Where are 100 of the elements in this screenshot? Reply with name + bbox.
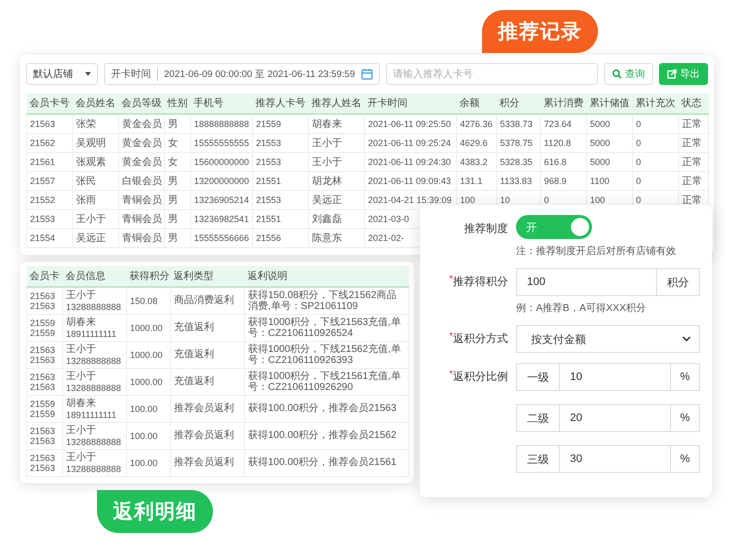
table-cell: 张雨 <box>72 190 118 210</box>
table-cell: 张荣 <box>72 114 118 134</box>
table-cell: 21554 <box>26 228 72 248</box>
table-cell: 18888888888 <box>190 114 252 134</box>
table-cell: 胡春来 18911111111 <box>62 396 126 422</box>
table-cell: 0 <box>632 172 678 190</box>
table-cell: 陈意东 <box>308 228 364 248</box>
table-cell: 21563 <box>26 114 72 134</box>
table-cell: 21561 <box>26 152 72 172</box>
table-cell: 21552 <box>26 190 72 210</box>
input-field[interactable]: 100 <box>516 268 657 296</box>
column-header: 累计储值 <box>586 93 632 114</box>
table-cell: 1000.00 <box>126 342 170 368</box>
table-cell: 5000 <box>586 114 632 134</box>
column-header: 会员卡号 <box>26 93 72 114</box>
ratio-field[interactable]: 20 <box>559 404 671 432</box>
table-cell: 女 <box>164 152 190 172</box>
table-cell: 100.00 <box>126 422 170 450</box>
column-header: 状态 <box>678 93 708 114</box>
table-cell: 男 <box>164 210 190 228</box>
table-cell: 21563 21563 <box>26 368 62 396</box>
level-label: 三级 <box>516 445 560 473</box>
table-cell: 推荐会员返利 <box>170 396 244 422</box>
table-cell: 1000.00 <box>126 314 170 342</box>
table-cell: 正常 <box>678 114 708 134</box>
column-header: 性别 <box>164 93 190 114</box>
column-header: 累计充次 <box>632 93 678 114</box>
column-header: 推荐人姓名 <box>308 93 364 114</box>
table-cell: 5338.73 <box>496 114 540 134</box>
table-cell: 1133.83 <box>496 172 540 190</box>
table-cell: 13236905214 <box>190 190 252 210</box>
table-cell: 获得1000积分，下线21561充值,单号：CZ2106110926290 <box>244 368 408 396</box>
table-cell: 616.8 <box>540 152 586 172</box>
table-cell: 21563 21563 <box>26 342 62 368</box>
table-cell: 21559 21559 <box>26 396 62 422</box>
store-select[interactable]: 默认店铺 <box>26 63 98 85</box>
table-cell: 150.08 <box>126 287 170 314</box>
export-icon <box>667 69 677 79</box>
table-cell: 胡龙林 <box>308 172 364 190</box>
table-cell: 100.00 <box>126 450 170 476</box>
required-mark: * <box>449 274 453 285</box>
date-range-field[interactable]: 开卡时间 2021-06-09 00:00:00 至 2021-06-11 23:59:59 <box>104 63 380 85</box>
table-cell: 4383.2 <box>456 152 496 172</box>
table-cell: 15555555555 <box>190 134 252 152</box>
table-cell: 0 <box>632 152 678 172</box>
table-cell: 男 <box>164 190 190 210</box>
column-header: 会员等级 <box>118 93 164 114</box>
table-cell: 100.00 <box>126 396 170 422</box>
table-cell: 5328.35 <box>496 152 540 172</box>
required-mark: * <box>449 369 453 380</box>
table-cell: 正常 <box>678 172 708 190</box>
column-header: 会员卡 <box>26 266 62 287</box>
table-cell: 张民 <box>72 172 118 190</box>
table-cell: 黄金会员 <box>118 152 164 172</box>
table-cell: 5378.75 <box>496 134 540 152</box>
table-cell: 王小于 13288888888 <box>62 287 126 314</box>
table-cell: 吴观明 <box>72 134 118 152</box>
table-cell: 13236982541 <box>190 210 252 228</box>
table-cell: 白银会员 <box>118 172 164 190</box>
table-cell: 21557 <box>26 172 72 190</box>
table-cell: 男 <box>164 172 190 190</box>
table-cell: 21553 <box>252 134 308 152</box>
table-cell: 1000.00 <box>126 368 170 396</box>
table-cell: 13200000000 <box>190 172 252 190</box>
table-cell: 723.64 <box>540 114 586 134</box>
method-select[interactable]: 按支付金额 <box>516 325 700 353</box>
table-cell: 充值返利 <box>170 368 244 396</box>
help-text: 例：A推荐B，A可得XXX积分 <box>516 302 648 315</box>
table-cell: 15600000000 <box>190 152 252 172</box>
table-cell: 21551 <box>252 172 308 190</box>
table-cell: 王小于 13288888888 <box>62 422 126 450</box>
table-cell: 21553 <box>252 152 308 172</box>
date-range-text: 2021-06-09 00:00:00 至 2021-06-11 23:59:59 <box>164 68 356 80</box>
date-label: 开卡时间 <box>111 67 158 81</box>
required-mark: * <box>449 331 453 342</box>
table-cell: 获得100.00积分，推荐会员21561 <box>244 450 408 476</box>
field-label: 返积分比例 <box>453 370 508 384</box>
callout-bubble: 返利明细 <box>97 490 213 533</box>
ratio-field[interactable]: 30 <box>559 445 671 473</box>
table-cell: 2021-06-11 09:09:43 <box>364 172 456 190</box>
chevron-down-icon <box>682 336 691 342</box>
table-cell: 2021-06-11 09:24:30 <box>364 152 456 172</box>
column-header: 返利类型 <box>170 266 244 287</box>
callout-bubble: 推荐记录 <box>482 10 598 53</box>
field-label: 返积分方式 <box>453 332 508 346</box>
search-icon <box>612 69 622 79</box>
table-cell: 充值返利 <box>170 342 244 368</box>
table-cell: 21556 <box>252 228 308 248</box>
table-cell: 青铜会员 <box>118 228 164 248</box>
table-cell: 5000 <box>586 134 632 152</box>
column-header: 手机号 <box>190 93 252 114</box>
search-field[interactable]: 请输入推荐人卡号 <box>386 63 598 85</box>
table-cell: 2021-06-11 09:25:24 <box>364 134 456 152</box>
table-cell: 4629.6 <box>456 134 496 152</box>
column-header: 会员信息 <box>62 266 126 287</box>
table-cell: 获得1000积分，下线21563充值,单号：CZ2106110926524 <box>244 314 408 342</box>
ratio-field[interactable]: 10 <box>559 363 671 391</box>
column-header: 会员姓名 <box>72 93 118 114</box>
table-cell: 吴远正 <box>308 190 364 210</box>
table-cell: 5000 <box>586 152 632 172</box>
